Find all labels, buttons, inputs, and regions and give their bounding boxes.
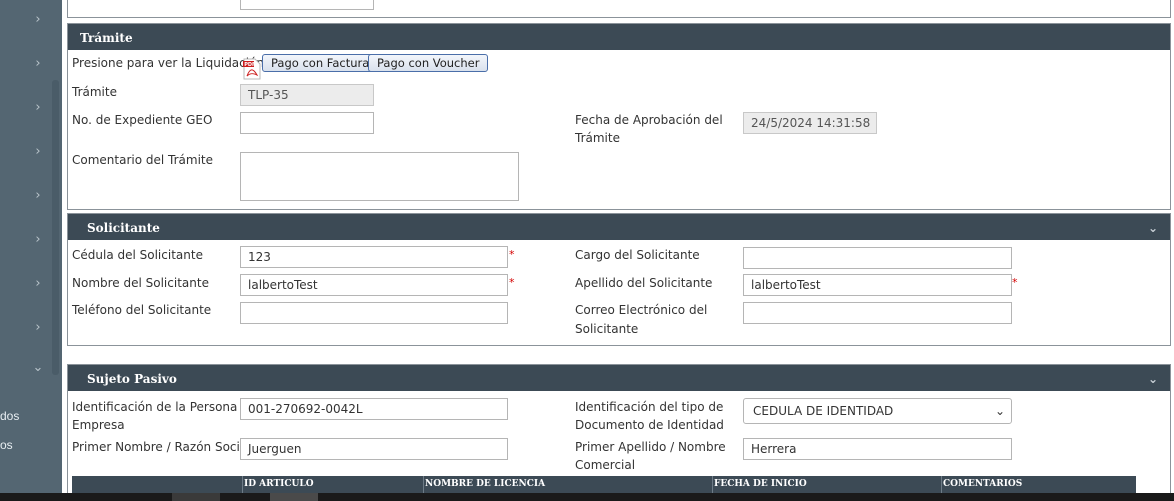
taskbar-app[interactable] [172,493,220,501]
fecha-aprobacion-label: Trámite [575,131,620,145]
correo-label: Correo Electrónico del [575,303,708,317]
chevron-right-icon[interactable]: › [30,12,46,28]
column-header[interactable]: COMENTARIOS [943,479,1022,489]
primer-nombre-field[interactable]: Juerguen [240,438,508,460]
chevron-right-icon[interactable]: › [30,144,46,160]
cargo-label: Cargo del Solicitante [575,248,700,262]
select-value: CEDULA DE IDENTIDAD [753,404,894,418]
chevron-right-icon[interactable]: › [30,320,46,336]
previous-panel [67,0,1171,18]
tipo-documento-label: Identificación del tipo de [575,400,724,414]
chevron-right-icon[interactable]: › [30,232,46,248]
fecha-aprobacion-label: Fecha de Aprobación del [575,113,723,127]
cedula-label: Cédula del Solicitante [72,248,203,262]
liquidacion-label: Presione para ver la Liquidación [72,56,265,70]
tipo-documento-label: Documento de Identidad [575,418,724,432]
chevron-right-icon[interactable]: › [30,56,46,72]
required-marker: * [509,248,515,261]
sujeto-pasivo-panel-header[interactable]: Sujeto Pasivo ⌄ [68,365,1170,391]
column-header[interactable]: NOMBRE DE LICENCIA [425,479,545,489]
left-sidebar: › › › › › › › › ⌄ dos os [0,0,62,501]
identificacion-field[interactable]: 001-270692-0042L [240,398,508,420]
tramite-field[interactable]: TLP-35 [240,84,374,106]
comentario-label: Comentario del Trámite [72,153,213,167]
chevron-right-icon[interactable]: › [30,100,46,116]
expediente-label: No. de Expediente GEO [72,113,213,127]
cedula-field[interactable]: 123 [240,246,508,268]
previous-field[interactable] [240,0,374,10]
apellido-solicitante-field[interactable]: lalbertoTest [743,274,1012,296]
pago-voucher-button[interactable]: Pago con Voucher [368,54,489,72]
svg-text:PDF: PDF [244,62,255,68]
cargo-field[interactable] [743,247,1012,269]
primer-nombre-label: Primer Nombre / Razón Social [72,440,251,454]
pdf-file-icon[interactable]: PDF [243,58,261,80]
os-taskbar [0,493,1174,501]
panel-title: Trámite [80,31,133,45]
telefono-label: Teléfono del Solicitante [72,303,212,317]
chevron-down-icon: ⌄ [994,404,1005,418]
sidebar-scrollbar[interactable] [52,80,59,375]
sidebar-item-label[interactable]: dos [0,409,19,423]
nombre-solicitante-label: Nombre del Solicitante [72,276,209,290]
apellido-solicitante-label: Apellido del Solicitante [575,276,713,290]
fecha-aprobacion-field[interactable]: 24/5/2024 14:31:58 [743,112,877,134]
required-marker: * [509,276,515,289]
panel-title: Sujeto Pasivo [87,372,177,386]
chevron-down-icon[interactable]: ⌄ [1148,365,1158,393]
chevron-right-icon[interactable]: › [30,276,46,292]
panel-title: Solicitante [87,221,160,235]
primer-apellido-label: Comercial [575,458,636,472]
sidebar-item-label[interactable]: os [0,438,13,452]
chevron-down-icon[interactable]: ⌄ [30,360,46,376]
telefono-field[interactable] [240,302,508,324]
required-marker: * [1012,276,1018,289]
tramite-panel-header[interactable]: Trámite [68,24,1170,50]
column-header[interactable]: FECHA DE INICIO [714,479,807,489]
correo-label: Solicitante [575,322,639,336]
column-header[interactable]: ID ARTICULO [244,479,314,489]
expediente-field[interactable] [240,112,374,134]
identificacion-label: Empresa [72,418,125,432]
pago-factura-button[interactable]: Pago con Factura [262,54,379,72]
solicitante-panel-header[interactable]: Solicitante ⌄ [68,214,1170,240]
taskbar-app[interactable] [270,493,318,501]
identificacion-label: Identificación de la Persona / [72,400,246,414]
primer-apellido-field[interactable]: Herrera [743,438,1012,460]
comentario-textarea[interactable] [240,152,519,201]
tramite-label: Trámite [72,85,117,99]
chevron-down-icon[interactable]: ⌄ [1148,214,1158,242]
licencias-grid-header: ID ARTICULO NOMBRE DE LICENCIA FECHA DE … [72,476,1136,493]
correo-field[interactable] [743,302,1012,324]
tipo-documento-select[interactable]: CEDULA DE IDENTIDAD ⌄ [743,398,1012,424]
chevron-right-icon[interactable]: › [30,188,46,204]
nombre-solicitante-field[interactable]: lalbertoTest [240,274,508,296]
primer-apellido-label: Primer Apellido / Nombre [575,440,726,454]
